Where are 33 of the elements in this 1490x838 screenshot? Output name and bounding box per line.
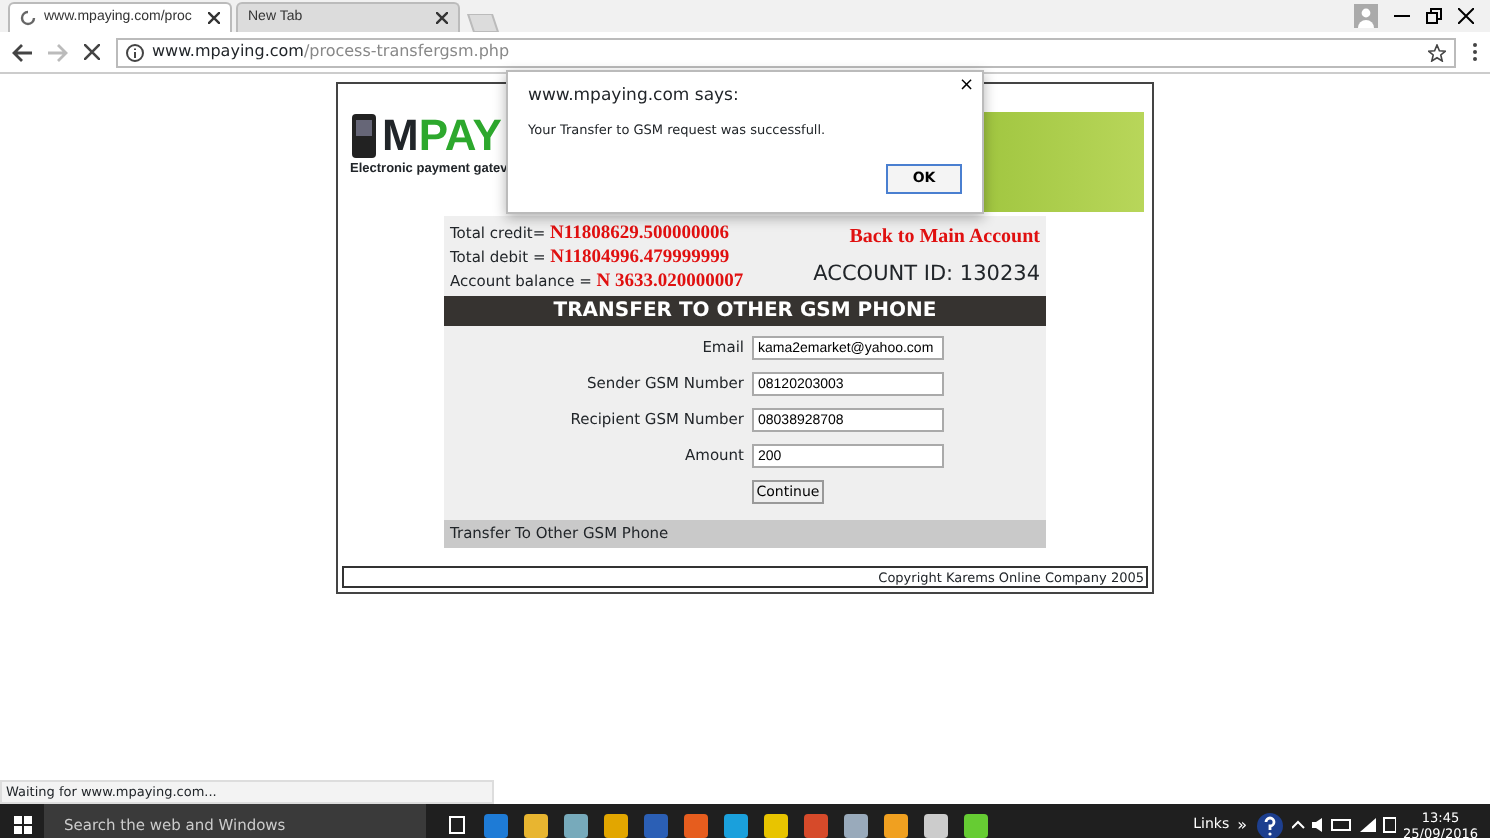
app-icon[interactable] (604, 813, 628, 837)
start-icon[interactable] (13, 816, 31, 834)
app-icon[interactable] (884, 813, 908, 837)
app-icon[interactable] (764, 813, 788, 837)
close-icon[interactable] (208, 12, 220, 24)
close-icon[interactable] (436, 12, 448, 24)
chevron-button[interactable]: » (1237, 813, 1248, 837)
account-id: ACCOUNT ID: 130234 (813, 260, 1040, 290)
back-arrow-icon[interactable] (12, 43, 32, 61)
menu-icon[interactable] (1472, 42, 1478, 62)
app-icon[interactable] (524, 813, 548, 837)
app-icon[interactable] (564, 813, 588, 837)
close-icon[interactable] (1458, 8, 1474, 24)
phone-icon (350, 112, 378, 160)
tray-icons-drawing[interactable] (1291, 816, 1396, 834)
info-icon (126, 43, 144, 61)
logo-text: MPAY (382, 114, 502, 158)
app-icon[interactable] (724, 813, 748, 837)
form-header: TRANSFER TO OTHER GSM PHONE (444, 296, 1046, 326)
task-view-icon[interactable] (446, 816, 468, 834)
address-bar[interactable]: www.mpaying.com/process-transfergsm.php (116, 37, 1456, 67)
app-icon[interactable] (684, 813, 708, 837)
stop-icon[interactable] (84, 44, 100, 60)
app-icon[interactable] (844, 813, 868, 837)
app-icon[interactable] (964, 813, 988, 837)
restore-icon[interactable] (1426, 8, 1442, 24)
back-link[interactable]: Back to Main Account (813, 222, 1040, 252)
close-button[interactable]: × (958, 76, 974, 96)
help-icon[interactable] (1255, 811, 1284, 838)
app-icon[interactable] (924, 813, 948, 837)
dialog-title: www.mpaying.com says: (528, 84, 741, 110)
star-icon[interactable] (1428, 43, 1446, 61)
loading-spinner-icon (20, 10, 36, 26)
